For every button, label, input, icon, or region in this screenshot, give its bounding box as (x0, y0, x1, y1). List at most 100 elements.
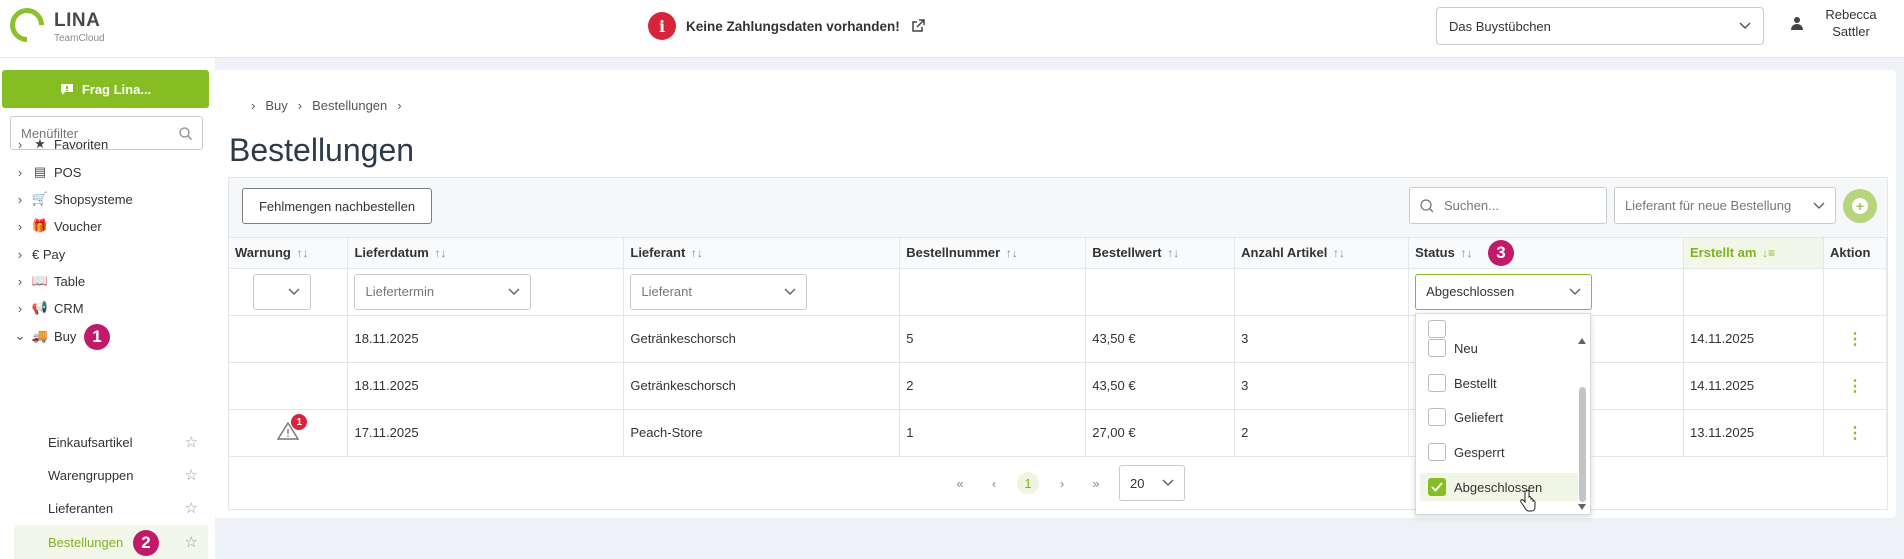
nav-shopsysteme[interactable]: › 🛒 Shopsysteme (14, 188, 133, 210)
payment-notice[interactable]: i Keine Zahlungsdaten vorhanden! (648, 12, 926, 40)
dropdown-scrollbar[interactable] (1579, 387, 1586, 502)
col-anzahl-artikel[interactable]: Anzahl Artikel ↑↓ (1234, 238, 1410, 269)
chevron-right-icon: › (17, 300, 23, 316)
chevron-right-icon: › (17, 246, 23, 262)
first-page-button[interactable]: « (949, 472, 971, 494)
favorite-star-icon[interactable]: ☆ (185, 499, 198, 517)
chevron-down-icon (1569, 287, 1581, 295)
breadcrumb-bestellungen[interactable]: Bestellungen (312, 98, 387, 113)
prev-page-button[interactable]: ‹ (983, 472, 1005, 494)
nav-pos[interactable]: › ▤ POS (14, 161, 82, 183)
ask-lina-button[interactable]: Frag Lina... (2, 70, 209, 108)
sub-item-einkaufsartikel[interactable]: Einkaufsartikel ☆ (48, 431, 198, 453)
user-icon (1791, 17, 1803, 30)
status-option-gesperrt[interactable]: Gesperrt (1428, 443, 1505, 461)
check-icon[interactable] (1428, 478, 1446, 496)
table-row[interactable]: 18.11.2025 Getränkeschorsch 2 43,50 € 3 … (229, 362, 1888, 410)
sort-icon[interactable]: ↑↓ (296, 246, 308, 260)
status-option-abgeschlossen[interactable]: Abgeschlossen (1420, 473, 1578, 501)
col-warnung[interactable]: Warnung ↑↓ (229, 238, 349, 269)
scroll-down-icon[interactable] (1578, 504, 1586, 510)
nav-table[interactable]: › 📖 Table (14, 270, 85, 292)
col-erstellt-am[interactable]: Erstellt am ↓≡ (1683, 238, 1824, 269)
col-lieferdatum[interactable]: Lieferdatum ↑↓ (347, 238, 625, 269)
sort-icon[interactable]: ↑↓ (435, 246, 447, 260)
new-order-supplier-select[interactable]: Lieferant für neue Bestellung (1614, 187, 1836, 224)
table-header-row: Warnung ↑↓ Lieferdatum ↑↓ Lieferant ↑↓ B… (229, 238, 1888, 269)
chevron-right-icon: › (17, 191, 23, 207)
current-page[interactable]: 1 (1017, 472, 1039, 494)
sub-item-warengruppen[interactable]: Warengruppen ☆ (48, 464, 198, 486)
add-order-button[interactable]: + (1843, 189, 1877, 223)
table-row[interactable]: 1 17.11.2025 Peach-Store 1 27,00 € 2 13.… (229, 409, 1888, 457)
status-option-empty[interactable] (1428, 320, 1454, 338)
search-input[interactable]: Suchen... (1409, 187, 1607, 224)
status-dropdown: Neu Bestellt Geliefert Gesperrt Abgeschl… (1415, 313, 1591, 515)
sort-icon[interactable]: ↑↓ (1333, 246, 1345, 260)
orders-toolbar: Fehlmengen nachbestellen Suchen... Liefe… (229, 178, 1887, 238)
checkbox[interactable] (1428, 339, 1446, 357)
logo-subtitle: TeamCloud (54, 33, 105, 44)
sub-item-bestellungen[interactable]: Bestellungen ☆ (48, 531, 198, 553)
nav-favoriten[interactable]: › ★ Favoriten (14, 133, 108, 155)
favorite-star-icon[interactable]: ☆ (185, 533, 198, 551)
checkbox[interactable] (1428, 320, 1446, 338)
search-icon (179, 126, 192, 140)
next-page-button[interactable]: › (1051, 472, 1073, 494)
supplier-filter[interactable]: Lieferant (630, 273, 808, 310)
checkbox[interactable] (1428, 443, 1446, 461)
chevron-down-icon (784, 287, 796, 295)
main-content: › Buy › Bestellungen › Bestellungen Fehl… (215, 70, 1896, 518)
sort-icon[interactable]: ↑↓ (1006, 246, 1018, 260)
warning-filter-select[interactable] (253, 273, 311, 310)
nav-crm[interactable]: › 📢 CRM (14, 297, 84, 319)
col-lieferant[interactable]: Lieferant ↑↓ (623, 238, 901, 269)
status-option-geliefert[interactable]: Geliefert (1428, 408, 1503, 426)
warning-triangle-icon[interactable]: 1 (276, 414, 308, 441)
table-row[interactable]: 18.11.2025 Getränkeschorsch 5 43,50 € 3 … (229, 315, 1888, 363)
favorite-star-icon[interactable]: ☆ (185, 433, 198, 451)
notice-text: Keine Zahlungsdaten vorhanden! (686, 18, 900, 34)
filter-row: Liefertermin Lieferant Abgeschlossen (229, 268, 1888, 316)
nav-voucher[interactable]: › 🎁 Voucher (14, 215, 102, 237)
shop-select[interactable]: Das Buystübchen (1436, 7, 1764, 45)
favorite-star-icon[interactable]: ☆ (185, 466, 198, 484)
pagination: « ‹ 1 › » 20 (949, 465, 1185, 501)
page-size-select[interactable]: 20 (1119, 465, 1185, 501)
status-option-neu[interactable]: Neu (1428, 339, 1478, 357)
sort-icon[interactable]: ↑↓ (1167, 246, 1179, 260)
delivery-date-filter[interactable]: Liefertermin (354, 273, 532, 310)
user-menu[interactable]: Rebecca Sattler (1790, 6, 1886, 40)
row-actions-icon[interactable]: ⋮ (1823, 315, 1888, 363)
external-link-icon[interactable] (910, 18, 926, 34)
row-actions-icon[interactable]: ⋮ (1823, 362, 1888, 410)
status-option-bestellt[interactable]: Bestellt (1428, 374, 1497, 392)
chevron-right-icon: › (17, 136, 23, 152)
nav-pay[interactable]: › € Pay (14, 243, 65, 265)
checkbox[interactable] (1428, 374, 1446, 392)
col-bestellnummer[interactable]: Bestellnummer ↑↓ (899, 238, 1087, 269)
lina-logo[interactable]: LINA TeamCloud (2, 0, 120, 50)
breadcrumb: › Buy › Bestellungen › (251, 98, 402, 113)
sort-desc-icon[interactable]: ↓≡ (1762, 246, 1775, 260)
scroll-up-icon[interactable] (1578, 338, 1586, 344)
user-name: Rebecca Sattler (1825, 7, 1877, 39)
chevron-down-icon (1813, 201, 1825, 209)
breadcrumb-buy[interactable]: Buy (265, 98, 287, 113)
sub-item-lieferanten[interactable]: Lieferanten ☆ (48, 497, 198, 519)
megaphone-icon: 📢 (31, 300, 49, 315)
chevron-down-icon (1739, 22, 1751, 30)
reorder-shortages-button[interactable]: Fehlmengen nachbestellen (242, 188, 432, 224)
last-page-button[interactable]: » (1085, 472, 1107, 494)
col-status[interactable]: Status ↑↓ (1408, 238, 1684, 269)
row-actions-icon[interactable]: ⋮ (1823, 409, 1888, 457)
plus-icon: + (1852, 198, 1868, 214)
status-filter[interactable]: Abgeschlossen (1415, 273, 1593, 310)
sort-icon[interactable]: ↑↓ (1460, 246, 1472, 260)
checkbox[interactable] (1428, 408, 1446, 426)
col-bestellwert[interactable]: Bestellwert ↑↓ (1085, 238, 1236, 269)
sort-icon[interactable]: ↑↓ (691, 246, 703, 260)
nav-buy[interactable]: ⌄ 🚚 Buy (14, 325, 77, 347)
book-icon: 📖 (31, 273, 49, 288)
chevron-right-icon: › (251, 98, 256, 113)
